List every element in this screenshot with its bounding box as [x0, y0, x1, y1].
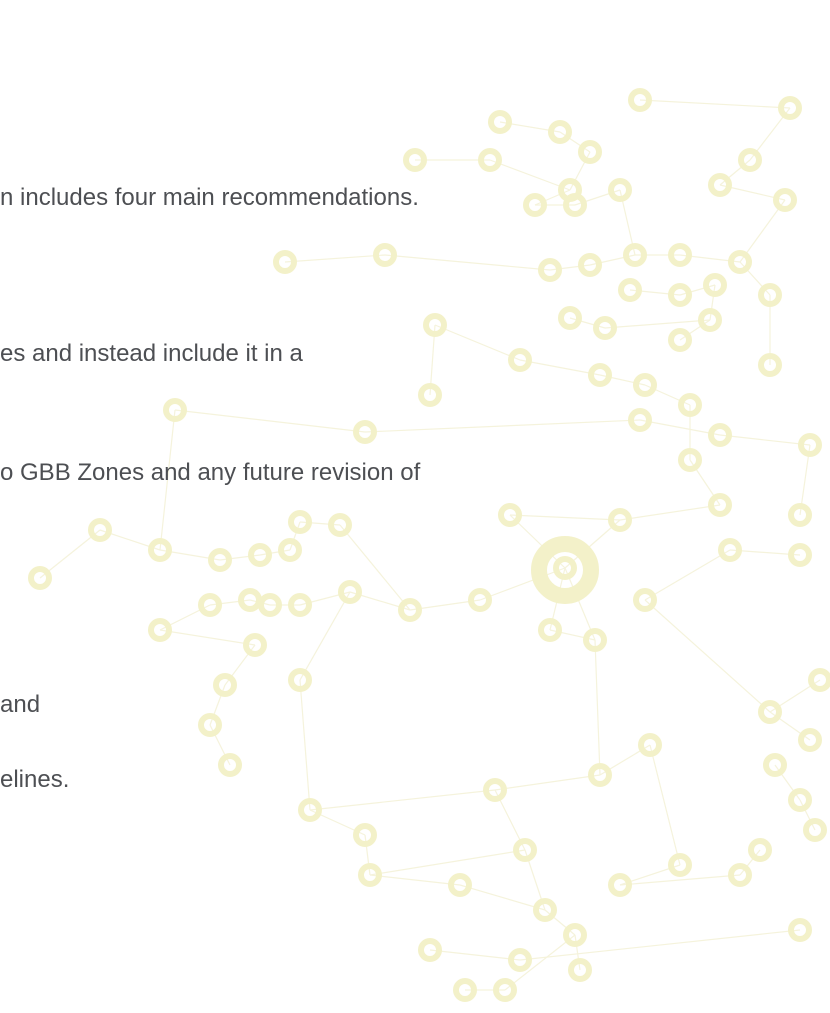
network-edge: [519, 359, 601, 376]
network-edge: [369, 874, 461, 886]
network-edge: [284, 254, 386, 263]
network-graph-watermark: [28, 88, 830, 1002]
network-edge: [504, 934, 576, 991]
network-edge: [639, 419, 721, 436]
paragraph-line-instead-include: es and instead include it in a: [0, 340, 303, 367]
network-edge: [159, 629, 256, 646]
network-edge: [459, 884, 546, 911]
network-edge: [369, 849, 526, 876]
network-edge: [644, 549, 731, 601]
network-edge: [174, 409, 366, 433]
paragraph-line-recommendations: n includes four main recommendations.: [0, 184, 419, 211]
network-edge: [644, 599, 771, 713]
network-edge: [604, 319, 711, 329]
network-edge: [509, 514, 621, 521]
document-page: n includes four main recommendations. es…: [0, 0, 830, 1013]
network-edge: [364, 419, 641, 433]
network-edge: [544, 909, 576, 936]
network-edge: [594, 639, 601, 776]
paragraph-line-guidelines: elines.: [0, 766, 70, 793]
network-edge: [434, 324, 521, 361]
network-edge: [639, 99, 791, 109]
paragraph-line-and: and: [0, 691, 41, 718]
network-edge: [619, 504, 721, 521]
network-edge: [649, 744, 681, 866]
network-edge: [339, 524, 411, 611]
network-edge: [719, 434, 811, 446]
network-edge: [299, 679, 311, 811]
network-edge: [489, 159, 571, 191]
network-edge: [429, 949, 521, 961]
network-edge: [494, 774, 601, 791]
network-edge: [719, 159, 751, 186]
network-edge: [309, 789, 496, 811]
network-edge: [384, 254, 551, 271]
paragraph-line-gbb-zones: o GBB Zones and any future revision of: [0, 459, 421, 486]
